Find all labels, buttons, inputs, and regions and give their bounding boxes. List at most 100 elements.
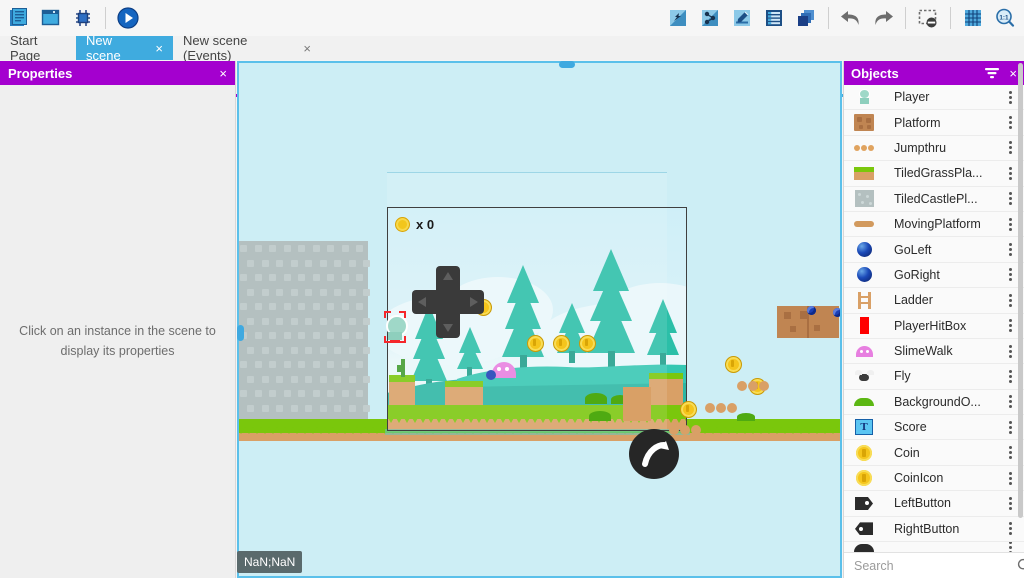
object-list-item[interactable]: T Score	[844, 415, 1024, 441]
object-thumbnail	[852, 163, 876, 183]
object-list-item[interactable]: LeftButton	[844, 491, 1024, 517]
jumpthru-instance[interactable]	[705, 403, 737, 413]
object-menu-icon[interactable]	[1002, 420, 1018, 434]
preview-play-icon[interactable]	[113, 2, 143, 34]
castle-tile-dot	[269, 274, 276, 281]
tab-close-icon[interactable]: ×	[155, 42, 163, 55]
object-menu-icon[interactable]	[1002, 471, 1018, 485]
objects-groups-icon[interactable]	[695, 2, 725, 34]
tiled-castle-platform-instance[interactable]	[237, 241, 370, 429]
goleft-instance[interactable]	[807, 306, 816, 315]
object-list-item[interactable]: Platform	[844, 110, 1024, 136]
object-list-item[interactable]: RightButton	[844, 516, 1024, 543]
add-object-icon[interactable]	[663, 2, 693, 34]
object-list-item[interactable]: TiledCastlePl...	[844, 186, 1024, 212]
scene-horizontal-scrollbar[interactable]	[237, 61, 842, 68]
object-name-label: PlayerHitBox	[894, 318, 967, 333]
object-list-item[interactable]: MovingPlatform	[844, 211, 1024, 238]
object-menu-icon[interactable]	[1002, 369, 1018, 383]
jumpthru-instance[interactable]	[737, 381, 769, 391]
scrollbar-thumb[interactable]	[237, 325, 244, 341]
object-list-item-partial[interactable]	[844, 542, 1024, 552]
slimewalk-thumb-icon	[855, 345, 873, 357]
undo-icon[interactable]	[836, 2, 866, 34]
object-thumbnail: T	[852, 417, 876, 437]
new-scene-icon[interactable]	[36, 2, 66, 34]
tab-new-scene[interactable]: New scene ×	[76, 33, 173, 63]
object-list-item[interactable]: BackgroundO...	[844, 389, 1024, 416]
playerhitbox-thumb-icon	[859, 317, 869, 335]
jump-button-instance[interactable]	[629, 429, 679, 479]
close-icon[interactable]: ×	[219, 67, 227, 80]
jumpthru-instance[interactable]	[669, 425, 701, 435]
edit-properties-icon[interactable]	[727, 2, 757, 34]
castle-tile-dot	[341, 245, 349, 252]
object-list-item[interactable]: TiledGrassPla...	[844, 161, 1024, 187]
tab-start-page[interactable]: Start Page	[0, 33, 76, 63]
object-menu-icon[interactable]	[1002, 268, 1018, 282]
object-thumbnail	[852, 240, 876, 260]
scene-canvas[interactable]: x 0 NaN;NaN	[237, 61, 842, 578]
coin-instance[interactable]	[680, 401, 697, 418]
object-list-item[interactable]: GoLeft	[844, 237, 1024, 263]
objects-list[interactable]: Player Platform Jumpthru TiledGrassPla... Ti…	[844, 85, 1024, 552]
object-menu-icon[interactable]	[1002, 344, 1018, 358]
grid-icon[interactable]	[958, 2, 988, 34]
object-menu-icon[interactable]	[1002, 243, 1018, 257]
coin-instance[interactable]	[527, 335, 544, 352]
tab-new-scene-events[interactable]: New scene (Events) ×	[173, 33, 321, 63]
object-menu-icon[interactable]	[1002, 522, 1018, 536]
object-list-item[interactable]: SlimeWalk	[844, 338, 1024, 365]
object-menu-icon[interactable]	[1002, 395, 1018, 409]
object-list-item[interactable]: CoinIcon	[844, 465, 1024, 492]
tab-close-icon[interactable]: ×	[303, 42, 311, 55]
object-name-label: RightButton	[894, 521, 960, 536]
goright-instance[interactable]	[833, 308, 842, 317]
object-list-item[interactable]: GoRight	[844, 262, 1024, 289]
object-list-item[interactable]: Coin	[844, 440, 1024, 466]
object-list-item[interactable]: Jumpthru	[844, 135, 1024, 162]
castle-tile-dot	[261, 288, 269, 296]
zoom-reset-icon[interactable]: 1:1	[990, 2, 1020, 34]
coin-instance[interactable]	[725, 356, 742, 373]
objects-search-bar[interactable]	[844, 552, 1024, 578]
coin-instance[interactable]	[553, 335, 570, 352]
filter-icon[interactable]	[985, 67, 1000, 79]
castle-tile-dot	[247, 259, 254, 267]
object-menu-icon[interactable]	[1002, 141, 1018, 155]
object-menu-icon[interactable]	[1002, 116, 1018, 130]
object-menu-icon[interactable]	[1002, 166, 1018, 180]
object-menu-icon[interactable]	[1002, 90, 1018, 104]
search-input[interactable]	[852, 557, 1017, 574]
objects-scrollbar[interactable]	[1018, 63, 1023, 518]
close-icon[interactable]: ×	[1009, 67, 1017, 80]
object-list-item[interactable]: Player	[844, 85, 1024, 111]
properties-panel: Properties × Click on an instance in the…	[0, 61, 236, 578]
tab-bar: Start Page New scene × New scene (Events…	[0, 33, 1024, 97]
object-menu-icon[interactable]	[1002, 542, 1018, 552]
scene-vertical-scrollbar[interactable]	[237, 61, 244, 578]
object-menu-icon[interactable]	[1002, 192, 1018, 206]
coin-instance[interactable]	[579, 335, 596, 352]
object-menu-icon[interactable]	[1002, 319, 1018, 333]
search-icon[interactable]	[1017, 558, 1024, 573]
object-list-item[interactable]: PlayerHitBox	[844, 313, 1024, 339]
jumpthru-thumb-icon	[854, 144, 874, 151]
dpad-instance[interactable]	[412, 266, 484, 338]
object-name-label: LeftButton	[894, 496, 951, 511]
scrollbar-thumb[interactable]	[559, 61, 575, 68]
redo-icon[interactable]	[868, 2, 898, 34]
object-menu-icon[interactable]	[1002, 496, 1018, 510]
object-menu-icon[interactable]	[1002, 446, 1018, 460]
player-instance[interactable]	[384, 311, 408, 343]
platform-instance[interactable]	[623, 387, 651, 421]
debug-icon[interactable]	[68, 2, 98, 34]
toggle-mask-icon[interactable]	[913, 2, 943, 34]
object-menu-icon[interactable]	[1002, 217, 1018, 231]
object-list-item[interactable]: Ladder	[844, 288, 1024, 314]
open-project-icon[interactable]	[4, 2, 34, 34]
object-menu-icon[interactable]	[1002, 293, 1018, 307]
open-events-icon[interactable]	[759, 2, 789, 34]
object-list-item[interactable]: Fly	[844, 364, 1024, 390]
layers-icon[interactable]	[791, 2, 821, 34]
